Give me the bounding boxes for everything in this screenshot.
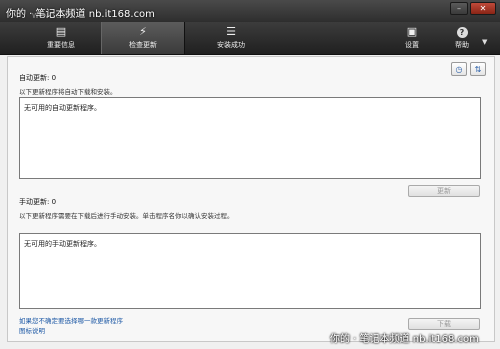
close-icon: ✕ bbox=[479, 3, 487, 13]
tab-check-updates[interactable]: ⚡ 检查更新 bbox=[101, 22, 185, 54]
watermark-top: 你的 · 笔记本频道 nb.it168.com bbox=[6, 5, 155, 20]
tab-label: 安装成功 bbox=[217, 41, 245, 49]
minimize-button[interactable]: – bbox=[450, 2, 468, 15]
auto-updates-list[interactable]: 无可用的自动更新程序。 bbox=[19, 97, 481, 179]
update-button[interactable]: 更新 bbox=[408, 185, 480, 197]
updates-panel: ◷ ⇅ 自动更新: 0 以下更新程序将自动下载和安装。 无可用的自动更新程序。 … bbox=[7, 56, 495, 342]
manual-updates-empty-text: 无可用的手动更新程序。 bbox=[24, 240, 101, 248]
watermark-site-url: nb.it168.com bbox=[88, 9, 155, 20]
history-icon: ◷ bbox=[455, 64, 463, 74]
help-label: 帮助 bbox=[455, 40, 469, 49]
help-choose-link[interactable]: 如果您不确定要选择哪一款更新程序 bbox=[19, 315, 123, 325]
manual-updates-title: 手动更新: 0 bbox=[19, 198, 57, 206]
watermark-site-text: 你的 · 笔记本频道 bbox=[6, 9, 86, 20]
tab-installed[interactable]: ☰ 安装成功 bbox=[196, 22, 266, 54]
help-button[interactable]: ? 帮助 bbox=[444, 22, 480, 54]
watermark-site-url: nb.it168.com bbox=[412, 334, 479, 345]
auto-updates-empty-text: 无可用的自动更新程序。 bbox=[24, 104, 101, 112]
help-icon: ? bbox=[456, 26, 468, 38]
tab-label: 重要信息 bbox=[47, 41, 75, 49]
minimize-icon: – bbox=[457, 3, 461, 13]
auto-updates-description: 以下更新程序将自动下载和安装。 bbox=[19, 88, 117, 96]
download-button[interactable]: 下载 bbox=[408, 318, 480, 330]
auto-updates-title: 自动更新: 0 bbox=[19, 74, 57, 82]
title-bar: WINDOWS 你的 · 笔记本频道 nb.it168.com – ✕ bbox=[0, 0, 500, 22]
settings-button[interactable]: ▣ 设置 bbox=[392, 22, 432, 54]
toolbar: ▤ 重要信息 ⚡ 检查更新 ☰ 安装成功 ▣ 设置 ? 帮助 ▼ bbox=[0, 22, 500, 55]
tab-important-info[interactable]: ▤ 重要信息 bbox=[28, 22, 94, 54]
update-button-label: 更新 bbox=[437, 187, 451, 195]
window-controls: – ✕ bbox=[450, 2, 496, 15]
chevron-down-icon[interactable]: ▼ bbox=[482, 38, 487, 46]
watermark-site-text: 你的 · 笔记本频道 bbox=[330, 334, 410, 345]
toolbox-icon: ▣ bbox=[406, 25, 418, 38]
close-button[interactable]: ✕ bbox=[470, 2, 496, 15]
message-icon: ▤ bbox=[55, 25, 67, 38]
manual-updates-description: 以下更新程序需要在下载后进行手动安装。单击程序名你以确认安装过程。 bbox=[19, 212, 234, 220]
tab-label: 检查更新 bbox=[129, 41, 157, 49]
icon-legend-link[interactable]: 图标说明 bbox=[19, 325, 45, 335]
refresh-icon: ⇅ bbox=[474, 64, 482, 74]
manual-updates-list[interactable]: 无可用的手动更新程序。 bbox=[19, 233, 481, 309]
refresh-button[interactable]: ⇅ bbox=[470, 62, 486, 76]
settings-label: 设置 bbox=[405, 41, 419, 49]
history-button[interactable]: ◷ bbox=[451, 62, 467, 76]
checklist-icon: ☰ bbox=[226, 25, 236, 38]
watermark-bottom: 你的 · 笔记本频道 nb.it168.com bbox=[330, 330, 479, 345]
lightning-icon: ⚡ bbox=[139, 25, 147, 38]
download-button-label: 下载 bbox=[437, 320, 451, 328]
